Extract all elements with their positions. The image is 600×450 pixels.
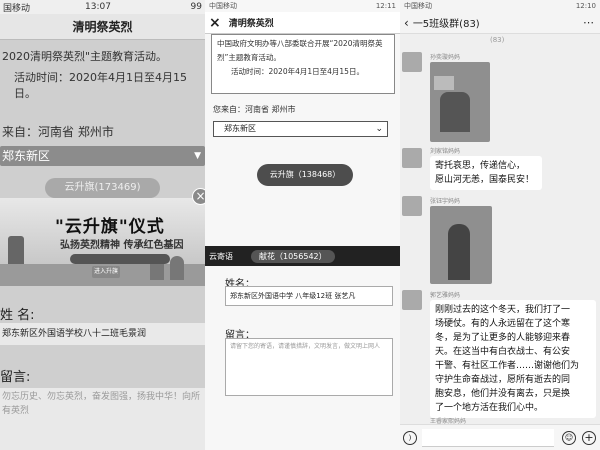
activity-time: 活动时间：2020年4月1日至4月15日。 [14,71,187,100]
campaign-card: 中国政府文明办等八部委联合开展“2020清明祭英 烈”主题教育活动。 活动时间：… [211,34,395,94]
page-title: 清明祭英烈 [228,19,274,29]
avatar[interactable] [402,290,422,310]
carrier-label: 国移动 [3,3,31,14]
banner-title: "云升旗"仪式 [55,217,165,237]
photo-screen [434,76,454,90]
emoji-icon[interactable]: ☺ [562,431,576,445]
card-line: 中国政府文明办等八部委联合开展“2020清明祭英 [217,39,383,48]
chat-photo[interactable] [430,206,492,284]
bubble-line: 寄托哀思，传递信心， [435,161,526,171]
enter-ceremony-button[interactable]: 进入升旗 [92,266,120,278]
offer-flowers-button[interactable]: 献花（1056542） [251,249,335,263]
action-bar: 云寄语 献花（1056542） [205,246,400,266]
name-field[interactable]: 郑东新区外国语学校八十二班毛景润 [0,323,205,345]
chat-photo[interactable] [430,62,490,142]
avatar[interactable] [402,148,422,168]
bubble-line: 了一个地方活在我们心中。 [435,403,544,413]
plus-icon[interactable]: + [582,431,596,445]
district-select[interactable]: 郑东新区 ⌄ [213,121,388,137]
close-icon[interactable]: × [192,188,205,205]
cloud-flag-button[interactable]: 云升旗(173469) [45,178,160,198]
voice-icon[interactable]: ) [403,431,417,445]
clock: 13:07 [85,2,111,12]
battery-level: 99 [190,2,202,12]
child-figure [170,256,184,280]
status-bar: 国移动 13:07 99 [0,0,205,14]
campaign-text: 2020清明祭英烈"主题教育活动。 [2,50,168,63]
flag-ceremony-banner[interactable]: "云升旗"仪式 弘扬英烈精神 传承红色基因 进入升旗 [0,198,205,286]
chat-bubble[interactable]: 寄托哀思，传递信心， 愿山河无恙，国泰民安！ [430,156,542,190]
message-field[interactable]: 请留下您的寄语，请谨慎措辞，文明发言，做文明上网人 [225,338,393,396]
chat-input-bar: ) ☺ + [400,424,600,450]
bubble-line: 干警、有社区工作者……谢谢他们为 [435,361,580,371]
status-bar: 中国移动 12:10 [400,0,600,12]
banner-slogan: 弘扬英烈精神 传承红色基因 [60,240,184,251]
card-line: 烈”主题教育活动。 [217,53,281,62]
sender-name: 张钰宇妈妈 [430,198,461,205]
bubble-line: 天。在这当中有白衣战士、有公安 [435,347,571,357]
chat-bubble[interactable]: 刚刚过去的这个冬天，我们打了一 场硬仗。有的人永远留在了这个寒 冬，是为了让更多… [430,300,596,418]
page-header: × 清明祭英烈 [205,12,400,34]
bubble-line: 守护生命奋战过，愿所有逝去的同 [435,375,571,385]
region-label: 来自：河南省 郑州市 [2,125,114,139]
message-label: 留言: [0,370,31,385]
clock: 12:11 [375,2,396,10]
photo-person [440,92,470,132]
carrier-label: 中国移动 [404,2,432,10]
more-icon[interactable]: ⋯ [583,16,594,29]
screen-left: 国移动 13:07 99 清明祭英烈 2020清明祭英烈"主题教育活动。 活动时… [0,0,205,450]
chat-header: ‹ 一5班级群(83) ⋯ [400,12,600,34]
district-select-value: 郑东新区 [224,124,256,133]
card-line: 活动时间：2020年4月1日至4月15日。 [231,67,364,76]
member-count: (83) [490,36,505,44]
photo-person [448,224,470,280]
bubble-line: 场硬仗。有的人永远留在了这个寒 [435,319,571,329]
avatar[interactable] [402,52,422,72]
screen-middle: 中国移动 12:11 × 清明祭英烈 中国政府文明办等八部委联合开展“2020清… [205,0,400,450]
clock: 12:10 [575,2,596,10]
avatar[interactable] [402,196,422,216]
carrier-label: 中国移动 [209,2,237,10]
page-title: 清明祭英烈 [0,14,205,40]
back-arrow-icon[interactable]: ‹ [404,16,409,30]
message-input[interactable] [422,429,554,447]
bubble-line: 刚刚过去的这个冬天，我们打了一 [435,305,571,315]
district-select[interactable]: 郑东新区 ▼ [0,146,205,166]
sender-name: 郭艺雅妈妈 [430,292,461,299]
screen-right-chat: 中国移动 12:10 ‹ 一5班级群(83) ⋯ (83) 孙奕璇妈妈 刘家铭妈… [400,0,600,450]
district-select-value: 郑东新区 [2,149,51,163]
cloud-message-tab[interactable]: 云寄语 [209,251,233,262]
name-label: 姓 名: [0,308,35,323]
message-field[interactable]: 勿忘历史、勿忘英烈，奋发图强，扬我中华！向所有英烈 [0,388,205,450]
name-field[interactable]: 郑东新区外国语中学 八年级12班 张艺凡 [225,286,393,306]
sender-name: 刘家铭妈妈 [430,148,461,155]
status-bar: 中国移动 12:11 [205,0,400,12]
bubble-line: 愿山河无恙，国泰民安！ [435,175,535,185]
chevron-down-icon: ⌄ [375,124,383,134]
bubble-line: 胞安息，他们并没有离去，只是换 [435,389,571,399]
region-label: 您来自：河南省 郑州市 [213,105,296,114]
group-title: 一5班级群(83) [412,19,480,30]
sender-name: 孙奕璇妈妈 [430,54,461,61]
banner-subtitle-bar [70,254,170,264]
bubble-line: 冬，是为了让更多的人能够迎来春 [435,333,571,343]
cloud-flag-button[interactable]: 云升旗（138468） [257,164,353,186]
close-icon[interactable]: × [209,15,221,31]
chevron-down-icon: ▼ [194,151,201,161]
